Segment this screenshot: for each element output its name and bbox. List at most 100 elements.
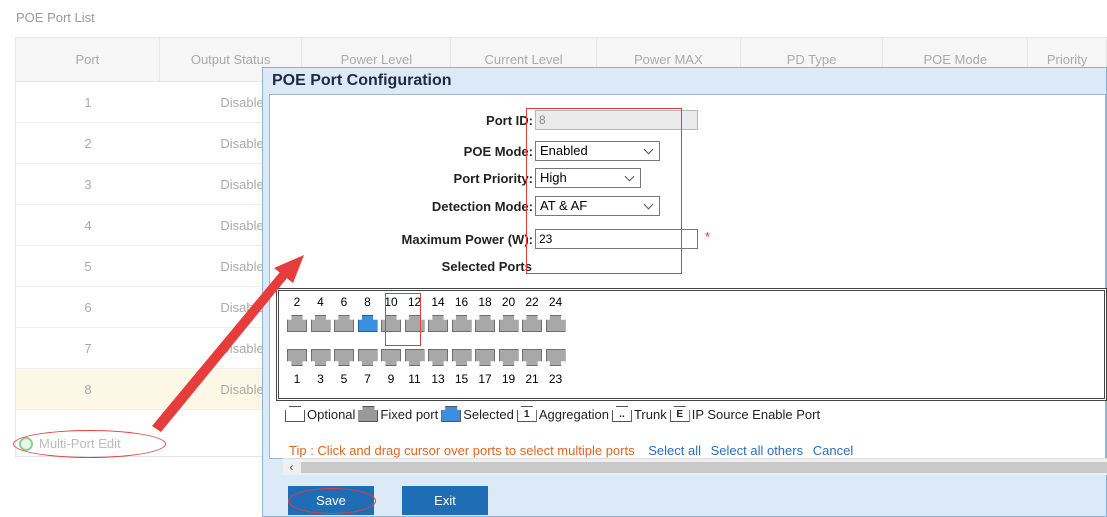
port-number-label: 1 [293,372,301,386]
port-shape [475,315,495,332]
port-shape [498,349,519,366]
port-number-label: 22 [525,295,539,309]
page-title: POE Port List [16,10,95,25]
cancel-link[interactable]: Cancel [813,443,853,458]
port-shape [310,315,331,332]
port-id-field: 8 [535,110,698,130]
cell-port: 2 [84,136,92,151]
port-18-icon[interactable] [475,315,495,332]
port-19-icon[interactable] [498,349,519,366]
port-number-label: 24 [548,295,563,309]
exit-button[interactable]: Exit [402,486,488,515]
port-13-icon[interactable] [428,349,448,366]
detection-mode-row: Detection Mode: AT & AF [380,196,660,216]
cell-port: 7 [84,341,92,356]
port-3-icon[interactable] [310,349,331,366]
port-1-icon[interactable] [287,349,307,366]
port-6-icon[interactable] [334,315,354,332]
port-17-icon[interactable] [475,349,495,366]
detection-mode-value: AT & AF [540,198,588,213]
port-24-icon[interactable] [545,315,566,332]
port-shape [381,349,401,366]
port-number-label: 10 [384,295,398,309]
port-number-label: 9 [387,372,395,386]
cell-port: 1 [84,95,92,110]
port-15-icon[interactable] [451,349,472,366]
port-11-icon[interactable] [404,349,425,366]
port-23-icon[interactable] [545,349,566,366]
port-shape [428,315,448,332]
port-ip-source-icon: E [669,406,690,422]
port-trunk-icon: .. [611,406,632,422]
legend-optional: Optional [285,406,355,422]
port-2-icon[interactable] [287,315,307,332]
port-number-label: 21 [525,372,539,386]
port-shape [428,349,448,366]
port-shape [522,349,542,366]
max-power-input[interactable]: 23 [535,229,698,249]
scroll-left-icon[interactable]: ‹ [283,459,300,476]
edit-icon [19,436,33,451]
port-4-icon[interactable] [310,315,331,332]
chevron-down-icon [643,144,654,155]
legend-selected-label: Selected [463,406,514,422]
port-12-icon[interactable] [404,315,425,332]
port-priority-select[interactable]: High [535,168,641,188]
port-number-label: 17 [478,372,492,386]
port-5-icon[interactable] [334,349,354,366]
port-number-label: 2 [293,295,301,309]
cell-port: 3 [84,177,92,192]
select-all-link[interactable]: Select all [648,443,701,458]
port-number-label: 15 [454,372,469,386]
port-21-icon[interactable] [522,349,542,366]
legend-aggregation-label: Aggregation [538,406,609,422]
save-button[interactable]: Save [288,486,374,515]
cell-port: 5 [84,259,92,274]
legend-optional-label: Optional [307,406,356,422]
port-legend: Optional Fixed port Selected 1 Aggregatio… [285,406,823,422]
legend-fixed-label: Fixed port [380,406,439,422]
port-number-label: 13 [431,372,445,386]
port-shape [310,349,331,366]
port-number-label: 5 [340,372,348,386]
port-priority-label: Port Priority: [453,170,533,186]
port-shape [334,315,354,332]
legend-fixed: Fixed port [358,406,438,422]
port-7-icon[interactable] [357,349,378,366]
max-power-row: Maximum Power (W): 23 * [380,229,710,249]
port-id-row: Port ID: 8 [380,110,698,130]
poe-mode-label: POE Mode: [463,143,533,159]
port-number-label: 23 [548,372,563,386]
port-shape [357,315,378,332]
port-8-icon[interactable] [357,315,378,332]
dialog-title: POE Port Configuration [272,72,452,89]
port-10-icon[interactable] [381,315,401,332]
chevron-down-icon [643,199,654,210]
port-shape [522,315,542,332]
detection-mode-label: Detection Mode: [431,198,533,214]
port-16-icon[interactable] [451,315,472,332]
port-22-icon[interactable] [522,315,542,332]
port-number-label: 8 [364,295,371,309]
multi-port-edit-label: Multi-Port Edit [39,436,121,451]
port-number-label: 4 [317,295,324,309]
port-14-icon[interactable] [428,315,448,332]
select-all-others-link[interactable]: Select all others [711,443,804,458]
port-shape [404,349,425,366]
port-20-icon[interactable] [498,315,519,332]
port-id-label: Port ID: [486,112,533,128]
port-shape [287,349,307,366]
detection-mode-select[interactable]: AT & AF [535,196,660,216]
multi-port-edit-button[interactable]: Multi-Port Edit [19,436,121,451]
port-shape [545,315,566,332]
port-9-icon[interactable] [381,349,401,366]
cell-port: 6 [84,300,92,315]
port-number-label: 6 [340,295,348,309]
port-shape [334,349,354,366]
port-number-label: 3 [317,372,324,386]
scrollbar-thumb[interactable] [301,462,1107,473]
horizontal-scrollbar[interactable]: ‹ [283,458,1107,475]
port-shape [357,349,378,366]
poe-mode-select[interactable]: Enabled [535,141,660,161]
poe-mode-value: Enabled [540,143,588,158]
